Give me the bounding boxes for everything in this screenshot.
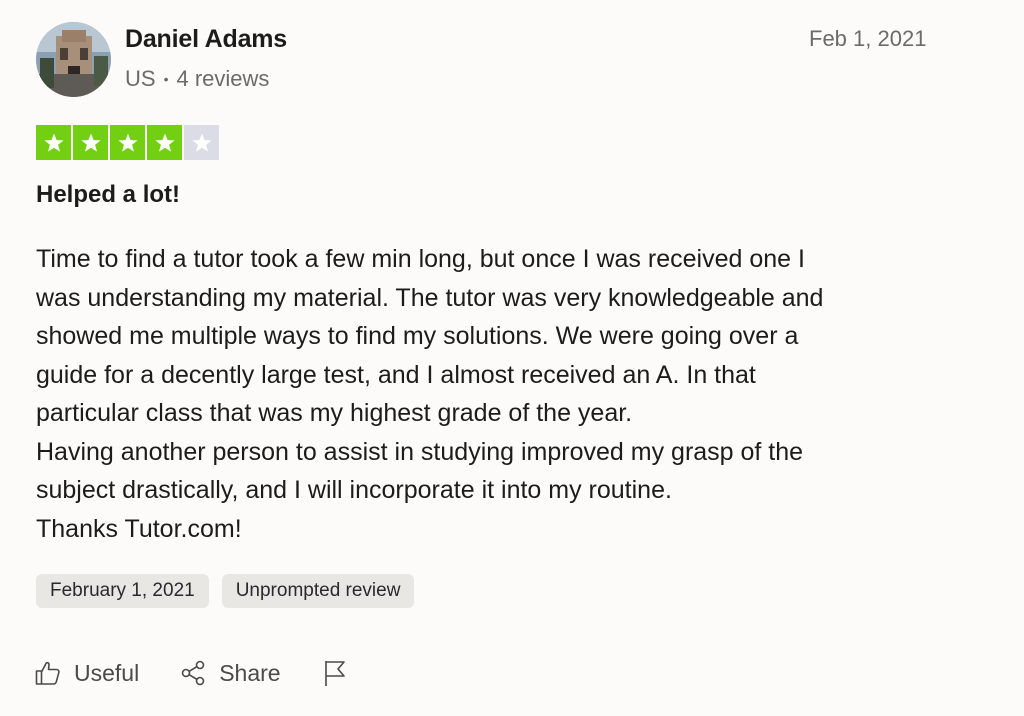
thumbs-up-icon [35, 661, 60, 685]
review-tags: February 1, 2021 Unprompted review [36, 574, 415, 608]
star-4 [147, 125, 182, 160]
share-button[interactable]: Share [179, 659, 281, 687]
review-body-line: guide for a decently large test, and I a… [36, 360, 756, 389]
star-rating [36, 125, 219, 160]
star-icon [43, 133, 64, 152]
review-body-line: Thanks Tutor.com! [36, 514, 242, 543]
useful-label: Useful [74, 659, 140, 686]
review-body-line: was understanding my material. The tutor… [36, 283, 824, 312]
review-body-line: Having another person to assist in study… [36, 437, 804, 466]
separator-dot: • [163, 71, 169, 87]
reviewer-country: US [125, 66, 156, 91]
star-icon [154, 133, 175, 152]
review-body-line: showed me multiple ways to find my solut… [36, 322, 799, 350]
star-1 [36, 125, 71, 160]
review-body-line: subject drastically, and I will incorpor… [36, 476, 672, 504]
share-icon [181, 660, 205, 686]
review-body: Time to find a tutor took a few min long… [36, 240, 976, 548]
review-body-line: particular class that was my highest gra… [36, 399, 633, 427]
review-body-line: Time to find a tutor took a few min long… [36, 245, 805, 273]
useful-button[interactable]: Useful [34, 659, 139, 687]
flag-icon [324, 661, 345, 686]
review-date: Feb 1, 2021 [809, 26, 927, 51]
star-2 [73, 125, 108, 160]
review-card: Daniel Adams US • 4 reviews Feb 1, 2021 … [0, 0, 1024, 716]
reviewer-meta: US • 4 reviews [125, 66, 269, 92]
star-icon [117, 133, 138, 152]
report-button[interactable] [321, 658, 349, 688]
star-icon [191, 133, 212, 152]
star-5 [184, 125, 219, 160]
reviewer-name[interactable]: Daniel Adams [125, 25, 287, 54]
review-actions: Useful Share [34, 658, 349, 688]
star-3 [110, 125, 145, 160]
avatar[interactable] [36, 22, 111, 97]
star-icon [80, 133, 101, 152]
review-date-tag: February 1, 2021 [36, 574, 209, 608]
review-title[interactable]: Helped a lot! [36, 181, 180, 209]
unprompted-review-tag[interactable]: Unprompted review [221, 574, 415, 608]
reviewer-review-count: 4 reviews [176, 66, 270, 91]
share-label: Share [219, 659, 281, 686]
